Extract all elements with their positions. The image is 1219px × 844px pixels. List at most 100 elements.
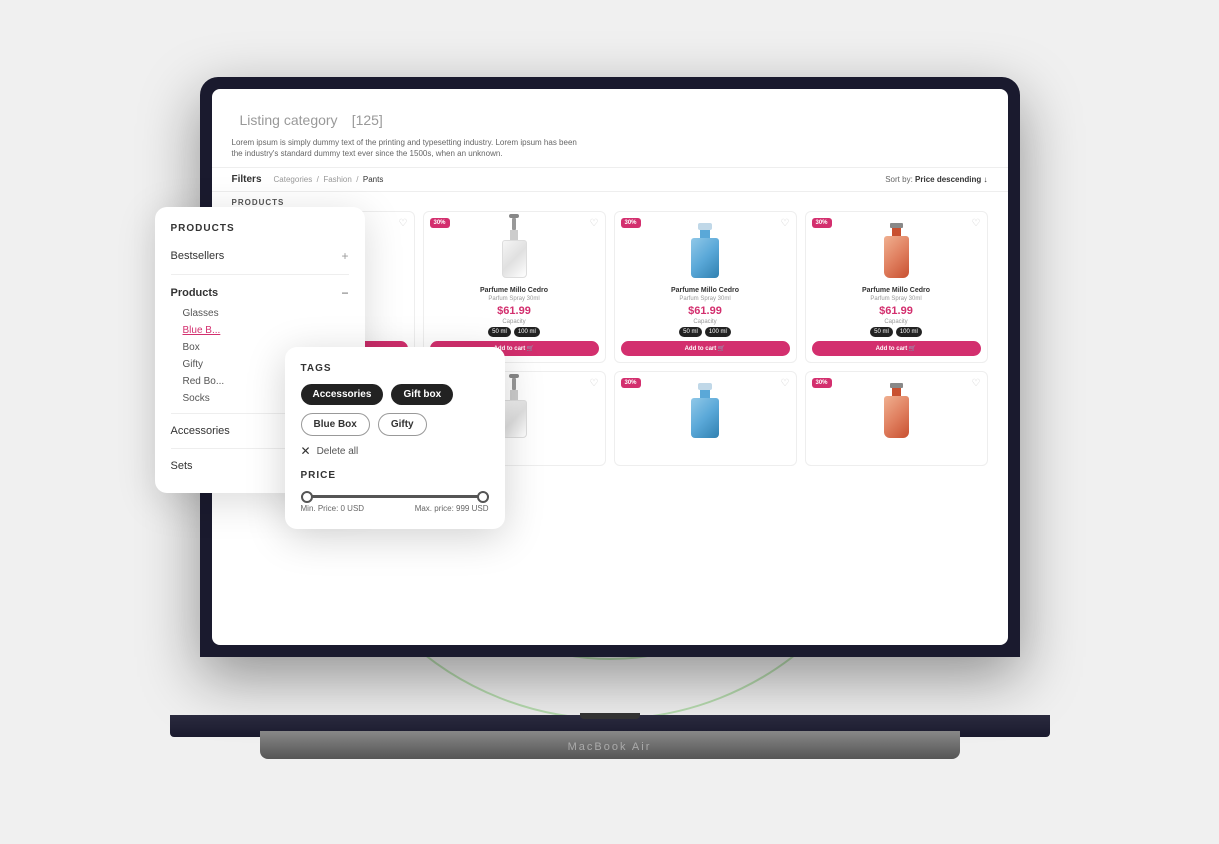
sidebar-sub-blueb[interactable]: Blue B...: [183, 322, 349, 339]
capacity-buttons: 50 ml 100 ml: [621, 327, 790, 337]
bottle-blue: [691, 383, 719, 438]
capacity-buttons: 50 ml 100 ml: [812, 327, 981, 337]
cap-100ml[interactable]: 100 ml: [896, 327, 922, 337]
price-title: PRICE: [301, 470, 489, 481]
bottle-white: [502, 223, 527, 278]
tag-accessories[interactable]: Accessories: [301, 384, 384, 405]
screen-header: Listing category [125] Lorem ipsum is si…: [212, 89, 1008, 167]
bottle-pink: [884, 223, 909, 278]
sidebar-item-products[interactable]: Products −: [171, 281, 349, 305]
price-section: PRICE Min. Price: 0 USD Max. price: 999 …: [301, 470, 489, 513]
capacity-label: Capacity: [812, 319, 981, 325]
tag-giftbox[interactable]: Gift box: [391, 384, 453, 405]
delete-all-label: Delete all: [317, 446, 359, 457]
product-sub: Parfum Spray 30ml: [621, 296, 790, 302]
outline-tags-row: Blue Box Gifty: [301, 413, 489, 436]
bottle-neck: [700, 230, 710, 238]
tag-bluebox[interactable]: Blue Box: [301, 413, 370, 436]
wishlist-icon[interactable]: ♡: [972, 378, 981, 389]
tags-popup: TAGS Accessories Gift box Blue Box Gifty…: [285, 347, 505, 529]
product-badge: 30%: [812, 218, 832, 228]
filters-left: Filters Categories / Fashion / Pants: [232, 174, 384, 185]
product-sub: Parfum Spray 30ml: [430, 296, 599, 302]
product-name: Parfume Millo Cedro: [812, 287, 981, 295]
active-tags-row: Accessories Gift box: [301, 384, 489, 405]
capacity-label: Capacity: [621, 319, 790, 325]
sidebar-item-bestsellers[interactable]: Bestsellers +: [171, 244, 349, 268]
bottle-blue: [691, 223, 719, 278]
bottle-cap: [698, 223, 712, 230]
bottle-pump: [512, 218, 516, 230]
product-price: $61.99: [812, 305, 981, 317]
wishlist-icon[interactable]: ♡: [590, 378, 599, 389]
wishlist-icon[interactable]: ♡: [399, 218, 408, 229]
product-badge: 30%: [621, 378, 641, 388]
bottle-body: [884, 236, 909, 278]
bottle-neck: [510, 230, 518, 240]
sidebar-divider: [171, 274, 349, 275]
price-min-label: Min. Price: 0 USD: [301, 504, 365, 513]
laptop-notch: [580, 713, 640, 719]
page-description: Lorem ipsum is simply dummy text of the …: [232, 137, 582, 159]
laptop-brand-label: MacBook Air: [568, 741, 652, 753]
bottle-body: [502, 240, 527, 278]
product-card: 30% ♡: [805, 371, 988, 466]
product-card: 30% ♡ Parfume Millo Cedro Parfum Spray 3…: [614, 211, 797, 362]
slider-thumb-max[interactable]: [477, 491, 489, 503]
wishlist-icon[interactable]: ♡: [781, 218, 790, 229]
sidebar-sub-glasses[interactable]: Glasses: [183, 305, 349, 322]
sidebar-expand-icon: +: [341, 249, 348, 263]
sort-by[interactable]: Sort by: Price descending ↓: [885, 175, 987, 184]
sidebar-item-label: Products: [171, 287, 219, 299]
product-image: [621, 378, 790, 443]
slider-thumb-min[interactable]: [301, 491, 313, 503]
sidebar-section-title: PRODUCTS: [171, 223, 349, 234]
bottle-pink: [884, 383, 909, 438]
product-image: [812, 218, 981, 283]
laptop: Listing category [125] Lorem ipsum is si…: [135, 77, 1085, 797]
product-price: $61.99: [621, 305, 790, 317]
bottle-neck: [892, 228, 901, 236]
product-card: 30% ♡ Parfume Millo Cedro Parfum Spray 3…: [805, 211, 988, 362]
wishlist-icon[interactable]: ♡: [590, 218, 599, 229]
product-badge: 30%: [430, 218, 450, 228]
wishlist-icon[interactable]: ♡: [972, 218, 981, 229]
product-image: [812, 378, 981, 443]
capacity-buttons: 50 ml 100 ml: [430, 327, 599, 337]
sidebar-item-label: Accessories: [171, 425, 230, 437]
breadcrumb: Categories / Fashion / Pants: [274, 175, 384, 184]
product-name: Parfume Millo Cedro: [621, 287, 790, 295]
add-to-cart-button[interactable]: Add to cart 🛒: [621, 341, 790, 356]
tags-popup-title: TAGS: [301, 363, 489, 374]
cap-100ml[interactable]: 100 ml: [514, 327, 540, 337]
tag-gifty[interactable]: Gifty: [378, 413, 427, 436]
delete-all-button[interactable]: ✕ Delete all: [301, 444, 489, 458]
product-badge: 30%: [812, 378, 832, 388]
product-image: [430, 218, 599, 283]
cap-100ml[interactable]: 100 ml: [705, 327, 731, 337]
page-title: Listing category [125]: [232, 105, 988, 131]
bottle-white: [502, 383, 527, 438]
product-badge: 30%: [621, 218, 641, 228]
product-name: Parfume Millo Cedro: [430, 287, 599, 295]
product-price: $61.99: [430, 305, 599, 317]
cap-50ml[interactable]: 50 ml: [870, 327, 893, 337]
product-card: 30% ♡: [614, 371, 797, 466]
product-image: [621, 218, 790, 283]
price-max-label: Max. price: 999 USD: [415, 504, 489, 513]
capacity-label: Capacity: [430, 319, 599, 325]
cap-50ml[interactable]: 50 ml: [679, 327, 702, 337]
sidebar-collapse-icon: −: [341, 286, 348, 300]
sidebar-item-label: Sets: [171, 460, 193, 472]
add-to-cart-button[interactable]: Add to cart 🛒: [812, 341, 981, 356]
price-slider-track[interactable]: [301, 495, 489, 498]
filters-bar: Filters Categories / Fashion / Pants Sor…: [212, 167, 1008, 192]
product-sub: Parfum Spray 30ml: [812, 296, 981, 302]
price-slider-fill: [301, 495, 489, 498]
bottle-body: [691, 238, 719, 278]
cap-50ml[interactable]: 50 ml: [488, 327, 511, 337]
wishlist-icon[interactable]: ♡: [781, 378, 790, 389]
filters-label: Filters: [232, 174, 262, 185]
sidebar-item-label: Bestsellers: [171, 250, 225, 262]
delete-icon: ✕: [301, 444, 311, 458]
